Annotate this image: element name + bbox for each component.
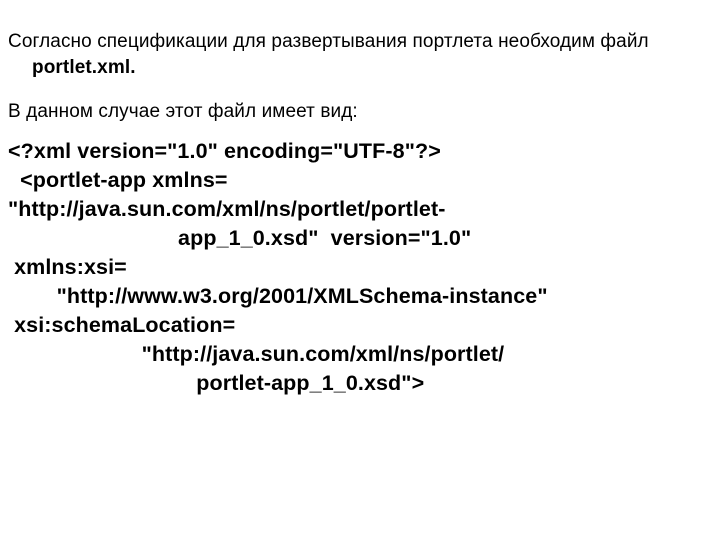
intro-paragraph-1: Согласно спецификации для развертывания … — [8, 29, 712, 80]
code-line: xmlns:xsi= — [8, 253, 712, 282]
code-line: <portlet-app xmlns= — [8, 166, 712, 195]
intro-paragraph-2: В данном случае этот файл имеет вид: — [8, 99, 712, 125]
code-line: "http://java.sun.com/xml/ns/portlet/ — [8, 340, 712, 369]
slide: Согласно спецификации для развертывания … — [0, 0, 720, 540]
code-line: portlet-app_1_0.xsd"> — [8, 369, 712, 398]
xml-code-block: <?xml version="1.0" encoding="UTF-8"?> <… — [8, 137, 712, 398]
code-line: "http://www.w3.org/2001/XMLSchema-instan… — [8, 282, 712, 311]
code-line: "http://java.sun.com/xml/ns/portlet/port… — [8, 195, 712, 224]
intro-text-prefix: Согласно спецификации для развертывания … — [8, 31, 649, 52]
code-line: <?xml version="1.0" encoding="UTF-8"?> — [8, 137, 712, 166]
code-line: app_1_0.xsd" version="1.0" — [8, 224, 712, 253]
code-line: xsi:schemaLocation= — [8, 311, 712, 340]
intro-filename: portlet.xml. — [32, 57, 136, 78]
